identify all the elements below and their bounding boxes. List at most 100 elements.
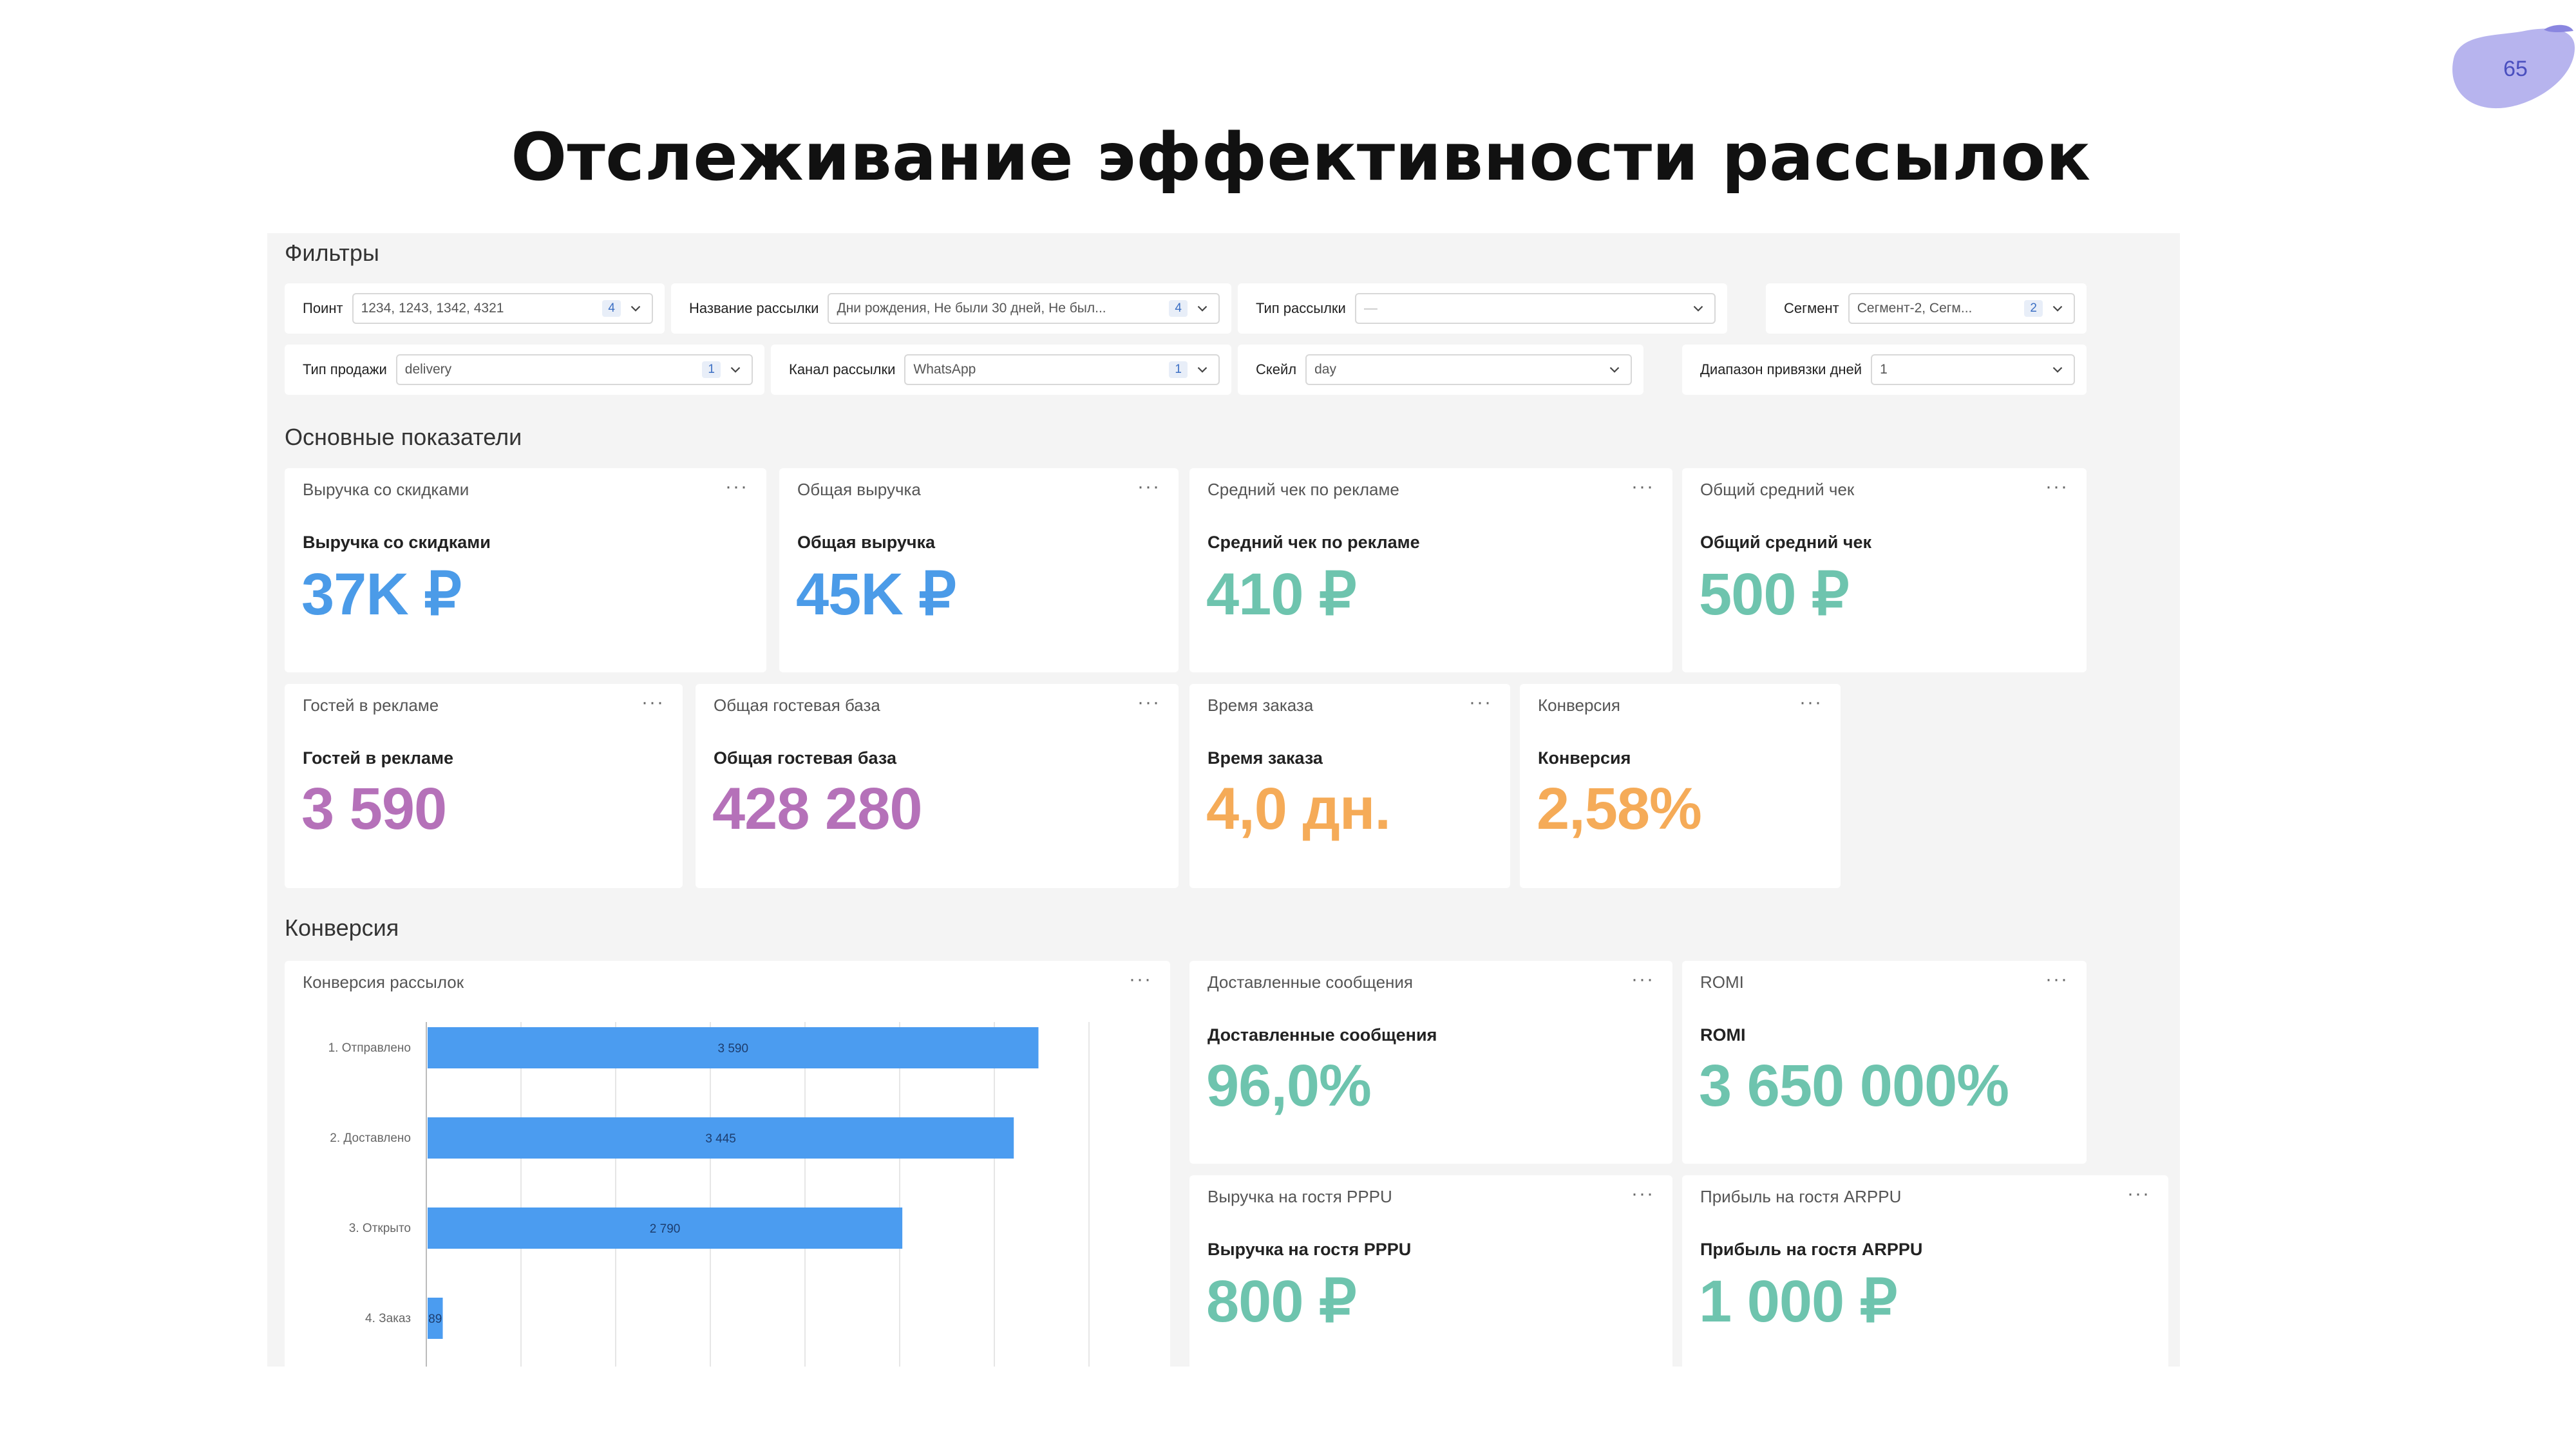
filter-label: Скейл [1256, 361, 1297, 377]
slide-title: Отслеживание эффективности рассылок [511, 119, 2091, 196]
more-menu-icon[interactable]: ··· [2045, 969, 2069, 990]
chevron-down-icon [1609, 366, 1620, 373]
filter-scale[interactable]: Скейл day [1238, 345, 1643, 395]
filter-select[interactable]: Дни рождения, Не были 30 дней, Не был...… [828, 293, 1220, 324]
filter-label: Канал рассылки [789, 361, 896, 377]
kpi-card: Общая выручка ··· Общая выручка 45K ₽ [779, 468, 1179, 672]
filter-sale-type[interactable]: Тип продажи delivery 1 [285, 345, 764, 395]
more-menu-icon[interactable]: ··· [641, 692, 665, 714]
filter-value: delivery [404, 362, 452, 377]
filter-value: day [1314, 362, 1336, 377]
filter-channel[interactable]: Канал рассылки WhatsApp 1 [771, 345, 1231, 395]
card-label: Выручка на гостя PPPU [1208, 1240, 1412, 1259]
kpi-card: Общий средний чек ··· Общий средний чек … [1682, 468, 2087, 672]
filter-campaign-type[interactable]: Тип рассылки — [1238, 283, 1727, 334]
more-menu-icon[interactable]: ··· [725, 476, 748, 498]
more-menu-icon[interactable]: ··· [1799, 692, 1823, 714]
card-label: Прибыль на гостя ARPPU [1700, 1240, 1923, 1259]
kpi-card: Время заказа ··· Время заказа 4,0 дн. [1189, 684, 1510, 888]
chevron-down-icon [2052, 366, 2063, 373]
filter-value: — [1363, 301, 1378, 316]
chevron-down-icon [2052, 305, 2063, 312]
card-value: 410 ₽ [1206, 562, 1357, 627]
kpi-card: Общая гостевая база ··· Общая гостевая б… [696, 684, 1179, 888]
more-menu-icon[interactable]: ··· [2045, 476, 2069, 498]
section-title-kpi: Основные показатели [285, 424, 522, 450]
kpi-card: Средний чек по рекламе ··· Средний чек п… [1189, 468, 1672, 672]
kpi-card: ROMI ··· ROMI 3 650 000% [1682, 961, 2087, 1164]
card-header: Общая выручка [797, 480, 921, 499]
card-label: Время заказа [1208, 748, 1323, 768]
filter-point[interactable]: Поинт 1234, 1243, 1342, 4321 4 [285, 283, 665, 334]
filter-select[interactable]: 1 [1871, 354, 2075, 385]
filter-label: Сегмент [1784, 300, 1839, 316]
chart-data-label: 89 [428, 1312, 442, 1326]
filter-label: Тип рассылки [1256, 300, 1346, 316]
filter-value: Дни рождения, Не были 30 дней, Не был... [837, 301, 1106, 316]
card-header: Время заказа [1208, 696, 1314, 715]
filter-select[interactable]: delivery 1 [395, 354, 753, 385]
kpi-card: Выручка со скидками ··· Выручка со скидк… [285, 468, 766, 672]
card-label: Выручка со скидками [303, 533, 491, 552]
card-header: Конверсия [1538, 696, 1621, 715]
card-header: Доставленные сообщения [1208, 972, 1413, 992]
more-menu-icon[interactable]: ··· [1631, 1183, 1654, 1205]
card-value: 3 590 [301, 776, 447, 842]
card-header: Общий средний чек [1700, 480, 1855, 499]
chart-category-label: 3. Открыто [349, 1222, 411, 1235]
card-label: Доставленные сообщения [1208, 1025, 1437, 1045]
card-value: 4,0 дн. [1206, 776, 1391, 842]
card-label: Общая гостевая база [714, 748, 896, 768]
filter-value: Сегмент-2, Сегм... [1857, 301, 1973, 316]
page-number: 65 [2503, 57, 2528, 81]
card-header: Средний чек по рекламе [1208, 480, 1399, 499]
chevron-down-icon [1197, 305, 1208, 312]
filter-select[interactable]: day [1305, 354, 1632, 385]
chevron-down-icon [730, 366, 741, 373]
more-menu-icon[interactable]: ··· [1137, 476, 1160, 498]
filter-count-badge: 2 [2024, 300, 2043, 317]
kpi-card: Доставленные сообщения ··· Доставленные … [1189, 961, 1672, 1164]
card-value: 3 650 000% [1699, 1053, 2009, 1119]
kpi-card: Конверсия ··· Конверсия 2,58% [1520, 684, 1841, 888]
card-header: Выручка на гостя PPPU [1208, 1187, 1392, 1206]
more-menu-icon[interactable]: ··· [2127, 1183, 2150, 1205]
card-label: Общий средний чек [1700, 533, 1872, 552]
conversion-chart-card: Конверсия рассылок ··· 1. Отправлено 3 59… [285, 961, 1170, 1367]
filter-label: Тип продажи [303, 361, 387, 377]
more-menu-icon[interactable]: ··· [1469, 692, 1492, 714]
filter-value: WhatsApp [913, 362, 976, 377]
card-value: 500 ₽ [1699, 562, 1850, 627]
chevron-down-icon [1693, 305, 1703, 312]
more-menu-icon[interactable]: ··· [1137, 692, 1160, 714]
filter-select[interactable]: 1234, 1243, 1342, 4321 4 [352, 293, 653, 324]
kpi-card: Прибыль на гостя ARPPU ··· Прибыль на го… [1682, 1175, 2168, 1367]
filter-select[interactable]: — [1354, 293, 1716, 324]
kpi-card: Выручка на гостя PPPU ··· Выручка на гос… [1189, 1175, 1672, 1367]
chevron-down-icon [1197, 366, 1208, 373]
card-value: 800 ₽ [1206, 1269, 1357, 1334]
filter-count-badge: 1 [702, 361, 721, 378]
filter-campaign-name[interactable]: Название рассылки Дни рождения, Не были … [671, 283, 1231, 334]
filter-count-badge: 1 [1169, 361, 1188, 378]
more-menu-icon[interactable]: ··· [1631, 476, 1654, 498]
card-value: 2,58% [1537, 776, 1702, 842]
chart-data-label: 3 445 [705, 1132, 736, 1146]
filter-value: 1 [1880, 362, 1888, 377]
dashboard-screenshot: Фильтры Поинт 1234, 1243, 1342, 4321 4 Н… [267, 233, 2180, 1367]
filter-label: Поинт [303, 300, 343, 316]
card-value: 96,0% [1206, 1053, 1372, 1119]
slide: 65 Отслеживание эффективности рассылок Ф… [0, 0, 2576, 1449]
card-header: Выручка со скидками [303, 480, 469, 499]
filter-day-range[interactable]: Диапазон привязки дней 1 [1682, 345, 2087, 395]
filter-select[interactable]: WhatsApp 1 [904, 354, 1220, 385]
card-value: 37K ₽ [301, 562, 462, 627]
filter-value: 1234, 1243, 1342, 4321 [361, 301, 504, 316]
section-title-filters: Фильтры [285, 240, 379, 266]
chart-category-label: 2. Доставлено [330, 1132, 411, 1145]
filter-segment[interactable]: Сегмент Сегмент-2, Сегм... 2 [1766, 283, 2087, 334]
more-menu-icon[interactable]: ··· [1631, 969, 1654, 990]
card-header: Прибыль на гостя ARPPU [1700, 1187, 1902, 1206]
card-label: Гостей в рекламе [303, 748, 454, 768]
filter-select[interactable]: Сегмент-2, Сегм... 2 [1848, 293, 2075, 324]
